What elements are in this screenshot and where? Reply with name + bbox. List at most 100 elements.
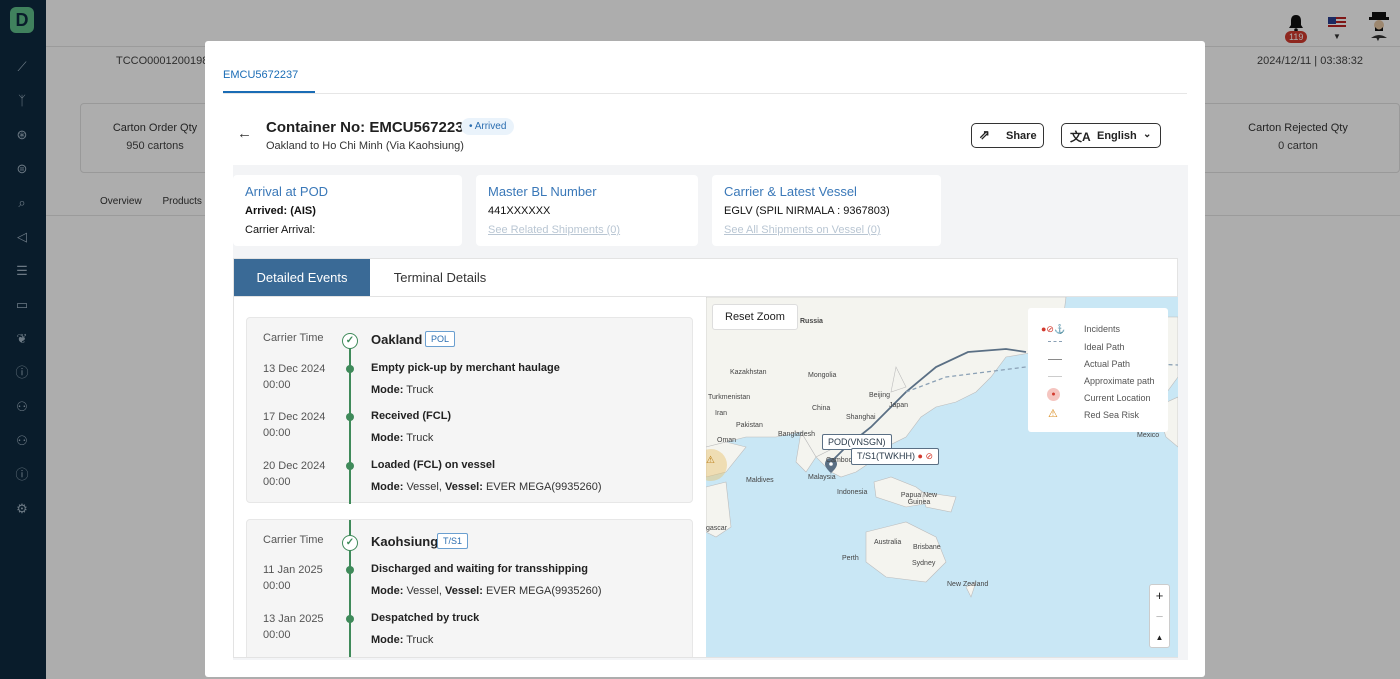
event-time: 00:00 bbox=[263, 580, 291, 592]
event-name: Received (FCL) bbox=[371, 410, 452, 422]
card-heading: Carrier & Latest Vessel bbox=[724, 184, 857, 199]
event-name: Despatched by truck bbox=[371, 612, 480, 624]
translate-icon: 文A bbox=[1070, 130, 1091, 144]
related-shipments-link[interactable]: See Related Shipments (0) bbox=[488, 224, 686, 236]
map-label: Australia bbox=[874, 539, 902, 546]
share-button[interactable]: ⇗ Share bbox=[971, 123, 1044, 148]
legend-red-sea-risk: Red Sea Risk bbox=[1084, 410, 1140, 420]
share-label: Share bbox=[1006, 130, 1037, 142]
legend-incidents: Incidents bbox=[1084, 324, 1121, 334]
event-name: Empty pick-up by merchant haulage bbox=[371, 362, 560, 374]
zoom-out-button[interactable]: − bbox=[1150, 606, 1169, 627]
arrival-card: Arrival at POD Arrived: (AIS) Carrier Ar… bbox=[233, 175, 462, 246]
chevron-down-icon: ⌄ bbox=[1143, 129, 1152, 140]
map-label: Shanghai bbox=[846, 414, 876, 421]
map-label: Sydney bbox=[912, 560, 936, 567]
location-block: Carrier Time ✓ Kaohsiung T/S1 11 Jan 202… bbox=[246, 519, 693, 657]
location-block: Carrier Time ✓ Oakland POL 13 Dec 2024 0… bbox=[246, 317, 693, 504]
restricted-icon: ⊘ bbox=[925, 451, 934, 461]
carrier-time-label: Carrier Time bbox=[263, 534, 324, 546]
ts-label[interactable]: T/S1(TWKHH) ● ⊘ bbox=[851, 448, 940, 465]
location-tag: T/S1 bbox=[437, 533, 469, 549]
events-panel: Detailed Events Terminal Details Carrier… bbox=[233, 258, 1178, 658]
approx-path-icon bbox=[1048, 376, 1062, 377]
map-label: Bangladesh bbox=[778, 431, 815, 438]
carrier-arrival: Carrier Arrival: bbox=[245, 224, 316, 236]
event-time: 00:00 bbox=[263, 427, 291, 439]
container-title: Container No: EMCU5672237 bbox=[266, 119, 472, 136]
event-date: 17 Dec 2024 bbox=[263, 411, 326, 423]
master-bl-card: Master BL Number 441XXXXXX See Related S… bbox=[476, 175, 698, 246]
compass-icon[interactable]: ▲ bbox=[1150, 627, 1169, 648]
warning-icon: ⚠ bbox=[706, 455, 715, 466]
ideal-path-icon bbox=[1048, 341, 1062, 342]
content-area: Arrival at POD Arrived: (AIS) Carrier Ar… bbox=[233, 165, 1188, 660]
legend-actual-path: Actual Path bbox=[1084, 359, 1131, 369]
incidents-icon: ●⊘⚓ bbox=[1041, 324, 1066, 334]
vessel-shipments-link[interactable]: See All Shipments on Vessel (0) bbox=[724, 224, 929, 236]
map-label: Maldives bbox=[746, 477, 774, 484]
route-map[interactable]: Russia Kazakhstan Mongolia Turkmenistan … bbox=[706, 297, 1178, 657]
map-label: Indonesia bbox=[837, 489, 868, 496]
event-mode: Mode: Truck bbox=[371, 432, 434, 444]
legend-current-location: Current Location bbox=[1084, 393, 1151, 403]
carrier-vessel: EGLV (SPIL NIRMALA : 9367803) bbox=[724, 205, 890, 217]
card-heading: Master BL Number bbox=[488, 184, 597, 199]
event-date: 11 Jan 2025 bbox=[263, 564, 323, 576]
card-heading: Arrival at POD bbox=[245, 184, 329, 199]
location-tag: POL bbox=[425, 331, 456, 347]
back-arrow-icon[interactable]: ← bbox=[237, 125, 252, 142]
reset-zoom-button[interactable]: Reset Zoom bbox=[712, 304, 798, 330]
event-time: 00:00 bbox=[263, 379, 291, 391]
map-label: Mexico bbox=[1137, 432, 1160, 439]
status-badge: • Arrived bbox=[461, 118, 515, 135]
map-label: Oman bbox=[717, 437, 737, 444]
location-name: Kaohsiung bbox=[371, 534, 439, 549]
map-label: Pakistan bbox=[736, 422, 763, 429]
event-time: 00:00 bbox=[263, 476, 291, 488]
timeline-dot bbox=[346, 413, 354, 421]
tab-detailed-events[interactable]: Detailed Events bbox=[234, 259, 370, 296]
map-label: Iran bbox=[715, 410, 728, 417]
master-bl-number: 441XXXXXX bbox=[488, 205, 551, 217]
tab-container[interactable]: EMCU5672237 bbox=[223, 69, 298, 81]
zoom-in-button[interactable]: + bbox=[1150, 585, 1169, 606]
timeline-dot bbox=[346, 365, 354, 373]
event-name: Loaded (FCL) on vessel bbox=[371, 459, 496, 471]
map-label: gascar bbox=[706, 525, 728, 532]
event-mode: Mode: Truck bbox=[371, 634, 434, 646]
event-date: 20 Dec 2024 bbox=[263, 460, 326, 472]
timeline-dot bbox=[346, 462, 354, 470]
map-legend: ●⊘⚓ Incidents Ideal Path Actual Path App… bbox=[1028, 308, 1168, 432]
timeline-dot bbox=[346, 566, 354, 574]
language-select[interactable]: 文A English ⌄ bbox=[1061, 123, 1161, 148]
map-label: Turkmenistan bbox=[708, 394, 751, 401]
location-name: Oakland bbox=[371, 332, 423, 347]
map-label: Japan bbox=[889, 402, 909, 409]
map-label: Russia bbox=[800, 318, 823, 325]
map-label: Beijing bbox=[869, 392, 891, 399]
event-time: 00:00 bbox=[263, 629, 291, 641]
event-mode: Mode: Vessel, Vessel: EVER MEGA(9935260) bbox=[371, 481, 602, 493]
carrier-time-label: Carrier Time bbox=[263, 332, 324, 344]
map-label: Mongolia bbox=[808, 372, 837, 379]
event-name: Discharged and waiting for transshipping bbox=[371, 563, 588, 575]
map-label: Brisbane bbox=[913, 544, 941, 551]
legend-approximate-path: Approximate path bbox=[1084, 376, 1155, 386]
current-location-icon: ● bbox=[1047, 388, 1060, 401]
events-timeline[interactable]: Carrier Time ✓ Oakland POL 13 Dec 2024 0… bbox=[234, 297, 706, 657]
route-text: Oakland to Ho Chi Minh (Via Kaohsiung) bbox=[266, 140, 464, 152]
actual-path-icon bbox=[1048, 359, 1062, 360]
map-label: Perth bbox=[842, 555, 859, 562]
map-label: China bbox=[812, 405, 831, 412]
divider bbox=[223, 93, 1187, 94]
tab-terminal-details[interactable]: Terminal Details bbox=[370, 259, 510, 296]
container-modal: EMCU5672237 ← Container No: EMCU5672237 … bbox=[205, 41, 1205, 677]
map-label: Malaysia bbox=[808, 474, 836, 481]
carrier-card: Carrier & Latest Vessel EGLV (SPIL NIRMA… bbox=[712, 175, 941, 246]
map-label: Papua New Guinea bbox=[900, 492, 938, 506]
timeline-dot bbox=[346, 615, 354, 623]
zoom-controls: + − ▲ bbox=[1149, 584, 1170, 648]
red-sea-risk-icon: ⚠ bbox=[1048, 408, 1058, 420]
event-date: 13 Jan 2025 bbox=[263, 613, 324, 625]
